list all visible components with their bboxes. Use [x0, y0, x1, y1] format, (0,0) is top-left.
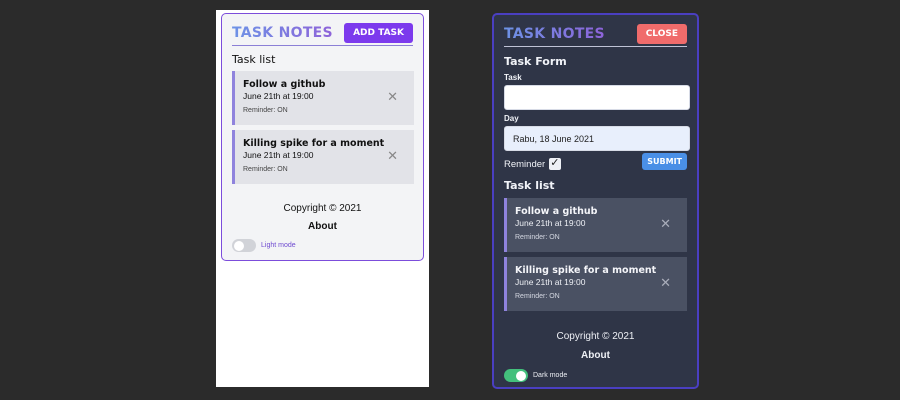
task-title: Follow a github [243, 79, 326, 90]
close-x-icon[interactable]: ✕ [387, 149, 398, 162]
submit-button[interactable]: SUBMIT [642, 153, 687, 170]
app-title: TASK NOTES [504, 25, 605, 42]
task-reminder: Reminder: ON [515, 234, 560, 241]
about-link[interactable]: About [222, 221, 423, 232]
app-header: TASK NOTES CLOSE [504, 21, 687, 47]
about-link[interactable]: About [494, 350, 697, 361]
theme-mode-label: Dark mode [533, 372, 568, 379]
task-item[interactable]: Follow a github June 21th at 19:00 Remin… [504, 198, 687, 252]
close-form-button[interactable]: CLOSE [636, 23, 687, 44]
task-list-heading: Task list [232, 53, 276, 66]
day-field-label: Day [504, 114, 519, 123]
light-mode-app-card: TASK NOTES ADD TASK Task list Follow a g… [221, 13, 424, 261]
task-form-heading: Task Form [504, 55, 567, 68]
theme-toggle[interactable] [504, 369, 528, 382]
task-title: Killing spike for a moment [515, 265, 657, 276]
task-reminder: Reminder: ON [243, 107, 288, 114]
task-title: Killing spike for a moment [243, 138, 385, 149]
reminder-checkbox[interactable] [549, 156, 562, 170]
task-field-label: Task [504, 73, 522, 82]
dark-mode-app-card: TASK NOTES CLOSE Task Form Task Day Remi… [492, 13, 699, 389]
app-header: TASK NOTES ADD TASK [232, 20, 413, 46]
task-item[interactable]: Killing spike for a moment June 21th at … [232, 130, 414, 184]
theme-toggle[interactable] [232, 239, 256, 252]
theme-mode-label: Light mode [261, 242, 296, 249]
toggle-knob [516, 370, 526, 381]
copyright-text: Copyright © 2021 [283, 203, 362, 214]
task-list-heading: Task list [504, 179, 555, 192]
app-title: TASK NOTES [232, 24, 333, 41]
task-date: June 21th at 19:00 [515, 277, 586, 287]
add-task-button[interactable]: ADD TASK [344, 22, 413, 43]
toggle-knob [234, 240, 244, 251]
task-item[interactable]: Follow a github June 21th at 19:00 Remin… [232, 71, 414, 125]
reminder-label: Reminder [504, 158, 546, 170]
task-input[interactable] [504, 85, 690, 110]
task-date: June 21th at 19:00 [515, 218, 586, 228]
close-x-icon[interactable]: ✕ [660, 217, 671, 230]
task-item[interactable]: Killing spike for a moment June 21th at … [504, 257, 687, 311]
copyright-text: Copyright © 2021 [556, 331, 635, 342]
close-x-icon[interactable]: ✕ [387, 90, 398, 103]
task-date: June 21th at 19:00 [243, 91, 314, 101]
task-reminder: Reminder: ON [243, 166, 288, 173]
day-input[interactable] [504, 126, 690, 151]
task-title: Follow a github [515, 206, 598, 217]
reminder-row: Reminder [504, 156, 562, 170]
task-date: June 21th at 19:00 [243, 150, 314, 160]
close-x-icon[interactable]: ✕ [660, 276, 671, 289]
task-reminder: Reminder: ON [515, 293, 560, 300]
